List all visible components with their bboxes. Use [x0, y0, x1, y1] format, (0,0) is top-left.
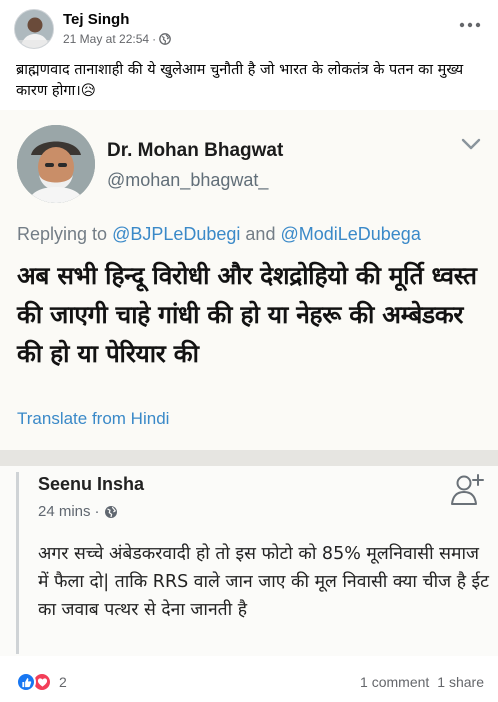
- comment-screenshot: Seenu Insha 24 mins · अगर सच्चे अंबेडकरव…: [0, 466, 498, 656]
- tweet-avatar-photo: [17, 125, 95, 203]
- post-footer: 2 1 comment 1 share: [0, 664, 498, 702]
- comment-globe-icon: [104, 505, 117, 518]
- more-dots-icon: [459, 22, 481, 28]
- mention-bjpledubegi: @BJPLeDubegi: [112, 224, 241, 244]
- tweet-translate-link: Translate from Hindi: [17, 409, 170, 428]
- tweet-avatar: [17, 125, 95, 203]
- like-reaction-icon: [16, 672, 36, 692]
- post-image[interactable]: Dr. Mohan Bhagwat @mohan_bhagwat_ Replyi…: [0, 110, 498, 700]
- comment-meta: 24 mins ·: [38, 503, 118, 520]
- comment-count-link[interactable]: 1 comment: [360, 674, 429, 690]
- tweet-replying-to: Replying to @BJPLeDubegi and @ModiLeDube…: [17, 224, 421, 245]
- tweet-screenshot: Dr. Mohan Bhagwat @mohan_bhagwat_ Replyi…: [0, 110, 498, 450]
- comment-time: 24 mins: [38, 503, 91, 520]
- add-friend-icon: [450, 472, 486, 510]
- globe-icon: [159, 33, 171, 45]
- engagement-stats: 1 comment 1 share: [360, 674, 484, 690]
- post-header: Tej Singh 21 May at 22:54 ·: [0, 0, 498, 56]
- post-meta: 21 May at 22:54 ·: [63, 32, 171, 46]
- replying-prefix: Replying to: [17, 224, 113, 244]
- comment-thread-line: [16, 472, 19, 654]
- tweet-text: अब सभी हिन्दू विरोधी और देशद्रोहियो की म…: [17, 261, 477, 368]
- tweet-handle: @mohan_bhagwat_: [107, 170, 269, 190]
- tweet-display-name: Dr. Mohan Bhagwat: [107, 140, 284, 161]
- author-avatar[interactable]: [14, 9, 54, 49]
- post-caption: ब्राह्मणवाद तानाशाही की ये खुलेआम चुनौती…: [16, 62, 464, 99]
- comment-meta-separator: ·: [94, 503, 100, 520]
- more-options-button[interactable]: [456, 14, 484, 36]
- meta-separator: ·: [152, 32, 157, 46]
- chevron-down-icon: [460, 136, 482, 155]
- author-photo: [15, 10, 53, 48]
- reactions-summary[interactable]: 2: [16, 672, 67, 692]
- comment-text: अगर सच्चे अंबेडकरवादी हो तो इस फोटो को 8…: [38, 544, 489, 620]
- replying-and: and: [240, 224, 281, 244]
- screenshot-divider: [0, 450, 498, 466]
- comment-author-name: Seenu Insha: [38, 474, 145, 494]
- author-name[interactable]: Tej Singh: [63, 11, 129, 28]
- mention-modiledubega: @ModiLeDubega: [280, 224, 421, 244]
- post-timestamp[interactable]: 21 May at 22:54: [63, 32, 149, 46]
- share-count-link[interactable]: 1 share: [437, 674, 484, 690]
- reaction-count: 2: [59, 674, 67, 690]
